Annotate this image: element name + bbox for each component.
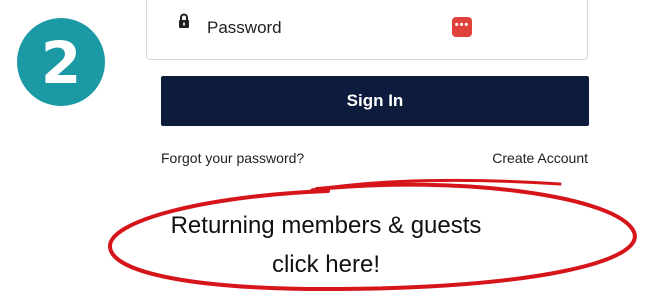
create-account-link[interactable]: Create Account — [492, 150, 588, 166]
signin-screen: 2 Password ••• Sign In Forgot your passw… — [0, 0, 652, 293]
sign-in-button[interactable]: Sign In — [161, 76, 589, 126]
step-badge: 2 — [17, 18, 105, 106]
lock-icon — [179, 13, 189, 28]
click-here-text[interactable]: click here! — [0, 251, 652, 279]
step-number: 2 — [40, 29, 82, 97]
forgot-password-link[interactable]: Forgot your password? — [161, 150, 304, 166]
returning-members-text[interactable]: Returning members & guests — [0, 212, 652, 240]
password-manager-icon[interactable]: ••• — [452, 17, 472, 37]
password-field[interactable]: Password ••• — [146, 0, 588, 60]
annotation-swoosh — [310, 178, 562, 192]
password-placeholder: Password — [207, 18, 282, 37]
password-manager-glyph: ••• — [454, 18, 470, 31]
